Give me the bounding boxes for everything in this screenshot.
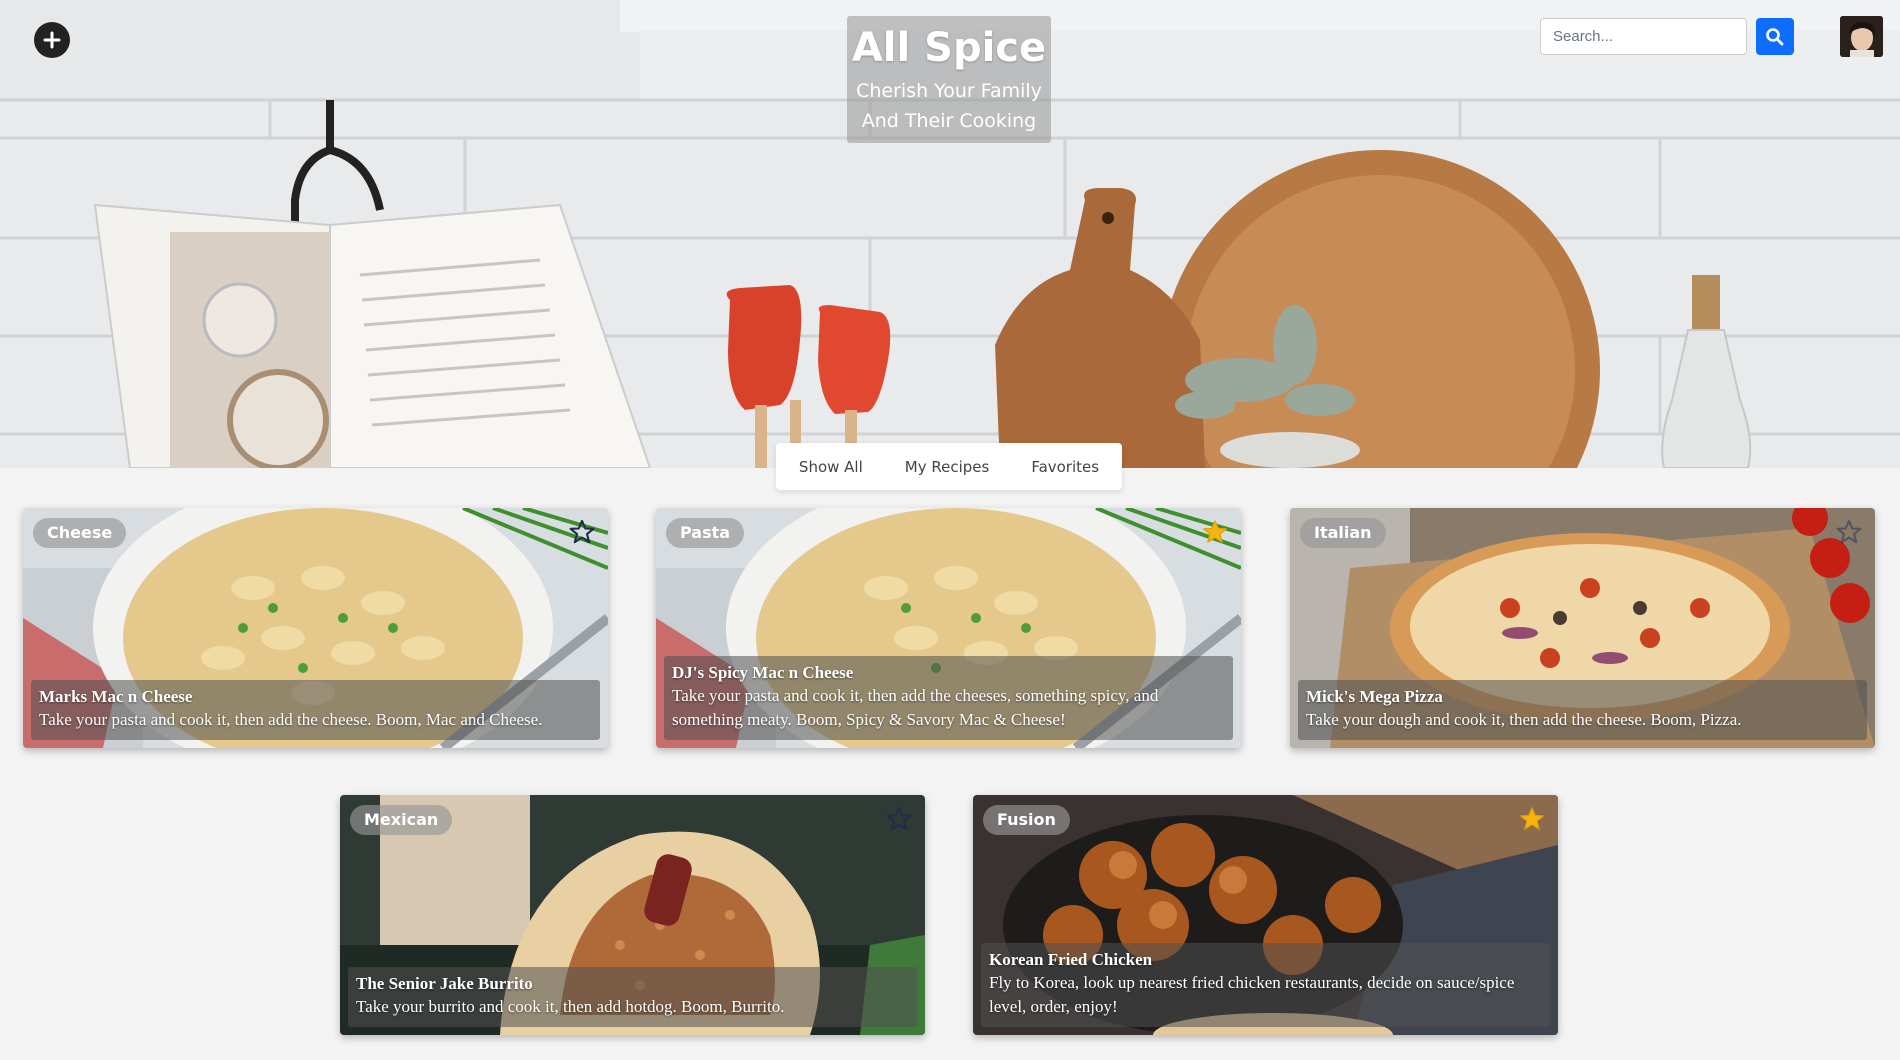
avatar-image <box>1840 16 1883 57</box>
plus-icon <box>43 31 61 49</box>
favorite-toggle[interactable] <box>885 805 913 833</box>
tab-show-all[interactable]: Show All <box>778 458 884 476</box>
recipe-card[interactable]: Fusion Korean Fried Chicken Fly to Korea… <box>973 795 1558 1035</box>
search-icon <box>1766 27 1784 45</box>
search-input[interactable] <box>1540 18 1747 55</box>
recipe-description: Take your pasta and cook it, then add th… <box>39 710 543 729</box>
brand-subtitle-line2: And Their Cooking <box>861 110 1037 132</box>
recipe-card[interactable]: Mexican The Senior Jake Burrito Take you… <box>340 795 925 1035</box>
recipe-title: The Senior Jake Burrito <box>356 974 533 993</box>
filter-tabs: Show All My Recipes Favorites <box>776 443 1122 490</box>
user-avatar[interactable] <box>1840 16 1883 57</box>
tab-my-recipes[interactable]: My Recipes <box>884 458 1011 476</box>
favorite-toggle[interactable] <box>568 518 596 546</box>
category-badge: Pasta <box>666 518 745 548</box>
tab-favorites[interactable]: Favorites <box>1010 458 1120 476</box>
add-recipe-button[interactable] <box>34 22 70 58</box>
recipe-title: Korean Fried Chicken <box>989 950 1153 969</box>
recipe-description: Take your pasta and cook it, then add th… <box>672 686 1159 729</box>
recipe-card[interactable]: Italian Mick's Mega Pizza Take your doug… <box>1290 508 1875 748</box>
recipe-title: Marks Mac n Cheese <box>39 687 193 706</box>
star-filled-icon <box>1519 807 1545 830</box>
search-button[interactable] <box>1756 18 1794 55</box>
brand-title: All Spice <box>851 25 1047 71</box>
recipe-caption: Marks Mac n Cheese Take your pasta and c… <box>31 680 600 740</box>
recipe-caption: The Senior Jake Burrito Take your burrit… <box>348 967 917 1027</box>
hero-banner: All Spice Cherish Your Family And Their … <box>0 0 1900 468</box>
category-badge: Mexican <box>350 805 453 835</box>
recipe-card[interactable]: Cheese Marks Mac n Cheese Take your past… <box>23 508 608 748</box>
star-outline-icon <box>1836 519 1862 544</box>
category-badge: Italian <box>1300 518 1386 548</box>
recipe-description: Take your burrito and cook it, then add … <box>356 997 785 1016</box>
recipe-title: DJ's Spicy Mac n Cheese <box>672 663 854 682</box>
brand-block: All Spice Cherish Your Family And Their … <box>847 16 1051 143</box>
favorite-toggle[interactable] <box>1518 805 1546 833</box>
star-outline-icon <box>886 806 912 831</box>
recipe-title: Mick's Mega Pizza <box>1306 687 1443 706</box>
category-badge: Fusion <box>983 805 1070 835</box>
recipe-caption: Korean Fried Chicken Fly to Korea, look … <box>981 943 1550 1027</box>
star-filled-icon <box>1202 520 1228 543</box>
brand-subtitle: Cherish Your Family And Their Cooking <box>847 76 1051 136</box>
search-form <box>1540 18 1794 56</box>
recipe-caption: Mick's Mega Pizza Take your dough and co… <box>1298 680 1867 740</box>
favorite-toggle[interactable] <box>1835 518 1863 546</box>
star-outline-icon <box>569 519 595 544</box>
category-badge: Cheese <box>33 518 127 548</box>
brand-subtitle-line1: Cherish Your Family <box>856 80 1042 102</box>
recipe-caption: DJ's Spicy Mac n Cheese Take your pasta … <box>664 656 1233 740</box>
favorite-toggle[interactable] <box>1201 518 1229 546</box>
recipe-description: Fly to Korea, look up nearest fried chic… <box>989 973 1515 1016</box>
recipe-card[interactable]: Pasta DJ's Spicy Mac n Cheese Take your … <box>656 508 1241 748</box>
recipe-description: Take your dough and cook it, then add th… <box>1306 710 1742 729</box>
